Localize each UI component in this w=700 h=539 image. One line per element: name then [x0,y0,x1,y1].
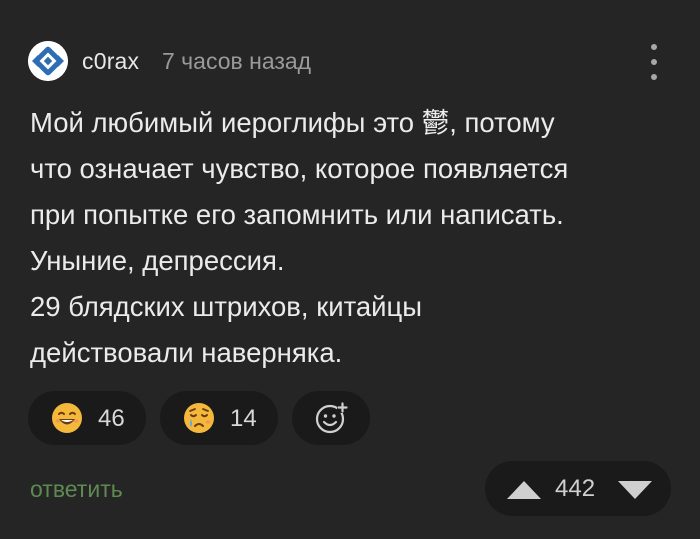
comment-text: Мой любимый иероглифы это 鬱, потому что … [30,100,680,376]
add-reaction-button[interactable] [292,391,370,445]
avatar-logo-icon [28,41,68,81]
comment-line: Уныние, депрессия. [30,245,285,276]
rating-control: 442 [485,461,671,516]
comment-line: Мой любимый иероглифы это 鬱, потому [30,107,555,138]
smiling-face-emoji-icon [52,403,82,433]
crying-face-emoji-icon [184,403,214,433]
reaction-cry-button[interactable]: 14 [160,391,278,445]
reaction-count: 14 [230,405,257,432]
avatar[interactable] [28,41,68,81]
more-options-icon[interactable] [642,44,666,80]
downvote-arrow-icon[interactable] [618,481,652,499]
comment-line: действовали наверняка. [30,337,343,368]
comment-line: при попытке его запомнить или написать. [30,199,564,230]
timestamp: 7 часов назад [162,48,312,74]
comment-line: что означает чувство, которое появляется [30,153,569,184]
upvote-arrow-icon[interactable] [507,481,541,499]
comment-header: c0rax 7 часов назад [26,38,674,84]
reply-link[interactable]: ответить [30,476,123,503]
rating-score: 442 [555,475,596,502]
add-reaction-icon [315,402,348,434]
comment-line: 29 блядских штрихов, китайцы [30,291,423,322]
reaction-smile-button[interactable]: 46 [28,391,146,445]
username[interactable]: c0rax [82,48,139,75]
reaction-count: 46 [98,405,125,432]
